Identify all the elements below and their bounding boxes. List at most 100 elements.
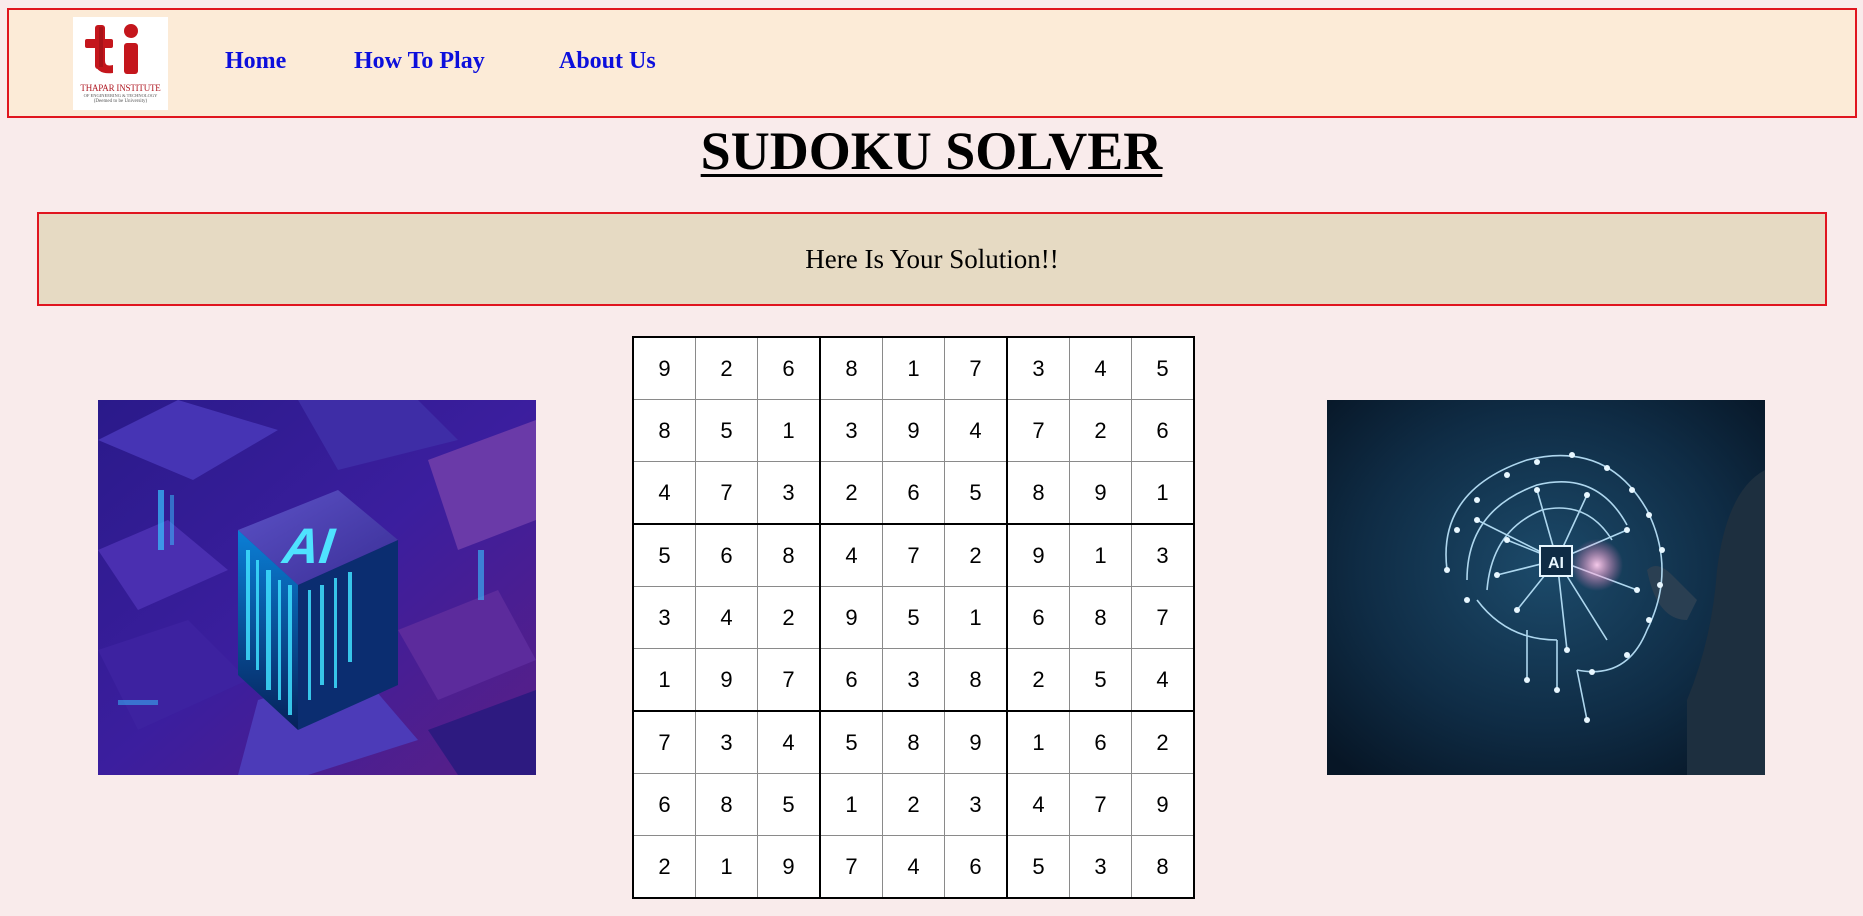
sudoku-cell[interactable]: 8 (1131, 835, 1195, 899)
sudoku-cell[interactable]: 6 (819, 648, 883, 712)
sudoku-cell[interactable]: 7 (695, 461, 758, 525)
sudoku-cell[interactable]: 5 (757, 773, 821, 836)
sudoku-cell[interactable]: 5 (1069, 648, 1132, 712)
sudoku-cell[interactable]: 7 (632, 710, 696, 774)
sudoku-cell[interactable]: 6 (757, 336, 821, 400)
sudoku-row: 685123479 (632, 773, 1195, 836)
sudoku-cell[interactable]: 8 (882, 710, 945, 774)
sudoku-cell[interactable]: 1 (882, 336, 945, 400)
sudoku-cell[interactable]: 8 (695, 773, 758, 836)
sudoku-cell[interactable]: 9 (819, 586, 883, 649)
sudoku-cell[interactable]: 6 (1006, 586, 1070, 649)
sudoku-body: 9268173458513947264732658915684729133429… (632, 336, 1195, 899)
sudoku-cell[interactable]: 7 (944, 336, 1008, 400)
sudoku-cell[interactable]: 9 (1131, 773, 1195, 836)
sudoku-cell[interactable]: 9 (882, 399, 945, 462)
sudoku-cell[interactable]: 6 (1069, 710, 1132, 774)
sudoku-cell[interactable]: 2 (1069, 399, 1132, 462)
ai-cube-image: AI AI (98, 400, 536, 775)
sudoku-cell[interactable]: 5 (1006, 835, 1070, 899)
thapar-logo[interactable]: THAPAR INSTITUTE OF ENGINEERING & TECHNO… (73, 17, 168, 110)
sudoku-cell[interactable]: 2 (632, 835, 696, 899)
sudoku-cell[interactable]: 7 (1131, 586, 1195, 649)
sudoku-cell[interactable]: 1 (632, 648, 696, 712)
sudoku-cell[interactable]: 9 (944, 710, 1008, 774)
sudoku-cell[interactable]: 3 (632, 586, 696, 649)
ti-logo-icon (85, 24, 138, 74)
sudoku-cell[interactable]: 4 (757, 710, 821, 774)
sudoku-cell[interactable]: 1 (1131, 461, 1195, 525)
sudoku-cell[interactable]: 9 (757, 835, 821, 899)
sudoku-cell[interactable]: 8 (944, 648, 1008, 712)
sudoku-cell[interactable]: 3 (882, 648, 945, 712)
ai-brain-image: AI AI (1327, 400, 1765, 775)
sudoku-cell[interactable]: 4 (882, 835, 945, 899)
nav-link-home[interactable]: Home (225, 48, 286, 75)
sudoku-cell[interactable]: 3 (757, 461, 821, 525)
sudoku-cell[interactable]: 2 (695, 336, 758, 400)
sudoku-cell[interactable]: 3 (1006, 336, 1070, 400)
sudoku-cell[interactable]: 7 (1006, 399, 1070, 462)
sudoku-cell[interactable]: 9 (695, 648, 758, 712)
sudoku-cell[interactable]: 9 (632, 336, 696, 400)
sudoku-cell[interactable]: 1 (819, 773, 883, 836)
svg-text:AI: AI (1548, 555, 1564, 572)
sudoku-row: 568472913 (632, 523, 1195, 587)
sudoku-cell[interactable]: 7 (1069, 773, 1132, 836)
sudoku-cell[interactable]: 7 (757, 648, 821, 712)
sudoku-cell[interactable]: 1 (944, 586, 1008, 649)
sudoku-cell[interactable]: 8 (1006, 461, 1070, 525)
sudoku-cell[interactable]: 9 (1006, 523, 1070, 587)
sudoku-cell[interactable]: 5 (944, 461, 1008, 525)
sudoku-cell[interactable]: 2 (1006, 648, 1070, 712)
sudoku-cell[interactable]: 5 (819, 710, 883, 774)
sudoku-cell[interactable]: 4 (1131, 648, 1195, 712)
sudoku-cell[interactable]: 2 (757, 586, 821, 649)
sudoku-cell[interactable]: 1 (757, 399, 821, 462)
sudoku-cell[interactable]: 8 (1069, 586, 1132, 649)
sudoku-cell[interactable]: 6 (882, 461, 945, 525)
sudoku-row: 197638254 (632, 648, 1195, 712)
sudoku-row: 926817345 (632, 336, 1195, 400)
sudoku-cell[interactable]: 8 (757, 523, 821, 587)
sudoku-cell[interactable]: 5 (695, 399, 758, 462)
sudoku-cell[interactable]: 3 (1069, 835, 1132, 899)
top-navbar: THAPAR INSTITUTE OF ENGINEERING & TECHNO… (7, 8, 1857, 118)
sudoku-row: 734589162 (632, 710, 1195, 774)
sudoku-cell[interactable]: 6 (944, 835, 1008, 899)
sudoku-cell[interactable]: 4 (1006, 773, 1070, 836)
sudoku-cell[interactable]: 3 (695, 710, 758, 774)
sudoku-grid: 9268173458513947264732658915684729133429… (632, 336, 1195, 899)
sudoku-cell[interactable]: 4 (1069, 336, 1132, 400)
sudoku-cell[interactable]: 8 (819, 336, 883, 400)
sudoku-cell[interactable]: 6 (1131, 399, 1195, 462)
sudoku-cell[interactable]: 7 (882, 523, 945, 587)
sudoku-cell[interactable]: 8 (632, 399, 696, 462)
sudoku-cell[interactable]: 4 (632, 461, 696, 525)
sudoku-cell[interactable]: 2 (819, 461, 883, 525)
sudoku-cell[interactable]: 9 (1069, 461, 1132, 525)
sudoku-cell[interactable]: 6 (632, 773, 696, 836)
sudoku-cell[interactable]: 6 (695, 523, 758, 587)
sudoku-cell[interactable]: 5 (882, 586, 945, 649)
sudoku-cell[interactable]: 7 (819, 835, 883, 899)
nav-link-how-to-play[interactable]: How To Play (354, 48, 485, 75)
sudoku-cell[interactable]: 1 (695, 835, 758, 899)
sudoku-cell[interactable]: 4 (944, 399, 1008, 462)
sudoku-cell[interactable]: 3 (944, 773, 1008, 836)
sudoku-cell[interactable]: 2 (944, 523, 1008, 587)
sudoku-cell[interactable]: 5 (1131, 336, 1195, 400)
sudoku-cell[interactable]: 5 (632, 523, 696, 587)
nav-link-about-us[interactable]: About Us (559, 48, 656, 75)
sudoku-cell[interactable]: 1 (1069, 523, 1132, 587)
sudoku-cell[interactable]: 4 (819, 523, 883, 587)
sudoku-cell[interactable]: 3 (819, 399, 883, 462)
sudoku-cell[interactable]: 4 (695, 586, 758, 649)
sudoku-cell[interactable]: 2 (882, 773, 945, 836)
solution-banner: Here Is Your Solution!! (37, 212, 1827, 306)
sudoku-row: 342951687 (632, 586, 1195, 649)
sudoku-cell[interactable]: 3 (1131, 523, 1195, 587)
sudoku-cell[interactable]: 1 (1006, 710, 1070, 774)
sudoku-cell[interactable]: 2 (1131, 710, 1195, 774)
logo-institute-name: THAPAR INSTITUTE (80, 83, 161, 93)
